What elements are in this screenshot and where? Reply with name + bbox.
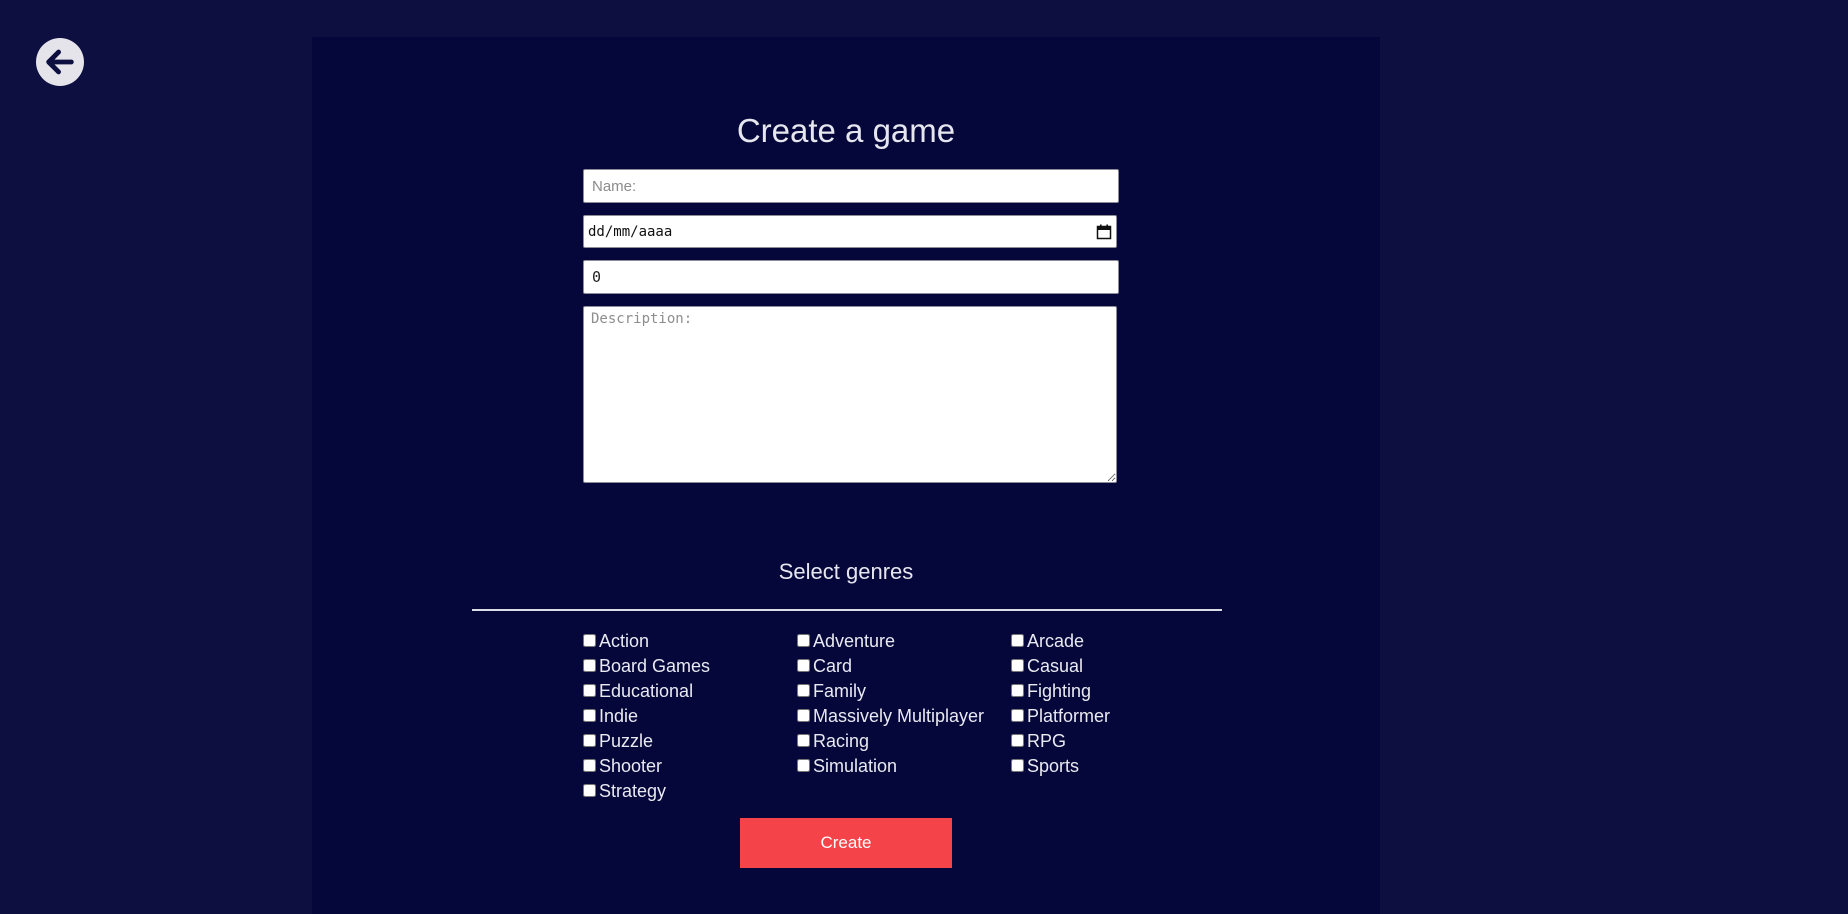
page-title: Create a game bbox=[736, 112, 956, 149]
genre-label: RPG bbox=[1027, 731, 1067, 751]
genre-option[interactable]: Strategy bbox=[583, 779, 797, 804]
genre-label: Adventure bbox=[813, 631, 896, 651]
genre-option[interactable]: Platformer bbox=[1011, 704, 1143, 729]
description-textarea[interactable] bbox=[583, 306, 1117, 483]
date-value: dd/mm/aaaa bbox=[588, 223, 673, 240]
genre-checkbox[interactable] bbox=[583, 684, 596, 697]
genre-checkbox[interactable] bbox=[797, 759, 810, 772]
genre-option[interactable]: Fighting bbox=[1011, 679, 1143, 704]
genre-label: Massively Multiplayer bbox=[813, 706, 985, 726]
divider bbox=[472, 609, 1222, 611]
genres-title: Select genres bbox=[778, 559, 914, 584]
genre-option[interactable]: Massively Multiplayer bbox=[797, 704, 1011, 729]
genre-label: Shooter bbox=[599, 756, 663, 776]
arrow-left-icon bbox=[46, 49, 74, 75]
create-game-panel: Create a game dd/mm/aaaa Select genres A… bbox=[312, 37, 1380, 914]
genre-checkbox[interactable] bbox=[1011, 734, 1024, 747]
genre-checkbox[interactable] bbox=[797, 659, 810, 672]
genre-label: Action bbox=[599, 631, 650, 651]
genre-checkbox[interactable] bbox=[1011, 709, 1024, 722]
genre-option[interactable]: Shooter bbox=[583, 754, 797, 779]
genre-checkbox[interactable] bbox=[797, 734, 810, 747]
genre-label: Puzzle bbox=[599, 731, 654, 751]
genre-checkbox[interactable] bbox=[797, 634, 810, 647]
genre-label: Sports bbox=[1027, 756, 1080, 776]
name-input[interactable] bbox=[583, 169, 1119, 203]
genre-option[interactable]: Adventure bbox=[797, 629, 1011, 654]
genre-checkbox[interactable] bbox=[583, 784, 596, 797]
genre-option[interactable]: Board Games bbox=[583, 654, 797, 679]
genres-grid: Action Adventure Arcade Board Games Card Casu… bbox=[583, 629, 1143, 804]
release-date-input[interactable]: dd/mm/aaaa bbox=[583, 215, 1117, 248]
genre-option[interactable]: Indie bbox=[583, 704, 797, 729]
genre-option[interactable]: RPG bbox=[1011, 729, 1143, 754]
genre-label: Arcade bbox=[1027, 631, 1085, 651]
genre-label: Fighting bbox=[1027, 681, 1092, 701]
genre-label: Card bbox=[813, 656, 853, 676]
rating-input[interactable] bbox=[583, 260, 1119, 294]
genre-label: Simulation bbox=[813, 756, 898, 776]
genre-checkbox[interactable] bbox=[583, 659, 596, 672]
genre-option[interactable]: Family bbox=[797, 679, 1011, 704]
genre-option[interactable]: Casual bbox=[1011, 654, 1143, 679]
calendar-icon[interactable] bbox=[1096, 224, 1112, 240]
genre-label: Racing bbox=[813, 731, 870, 751]
genre-checkbox[interactable] bbox=[1011, 684, 1024, 697]
genre-label: Educational bbox=[599, 681, 694, 701]
genre-checkbox[interactable] bbox=[583, 709, 596, 722]
back-button[interactable] bbox=[36, 38, 84, 86]
genre-checkbox[interactable] bbox=[797, 684, 810, 697]
genre-option[interactable]: Simulation bbox=[797, 754, 1011, 779]
genre-option[interactable]: Educational bbox=[583, 679, 797, 704]
genre-label: Strategy bbox=[599, 781, 667, 801]
genre-label: Casual bbox=[1027, 656, 1084, 676]
genre-option[interactable]: Racing bbox=[797, 729, 1011, 754]
genre-option[interactable]: Sports bbox=[1011, 754, 1143, 779]
genre-checkbox[interactable] bbox=[583, 634, 596, 647]
genre-checkbox[interactable] bbox=[583, 734, 596, 747]
genre-checkbox[interactable] bbox=[583, 759, 596, 772]
genre-option[interactable]: Puzzle bbox=[583, 729, 797, 754]
genre-checkbox[interactable] bbox=[1011, 759, 1024, 772]
genre-label: Board Games bbox=[599, 656, 711, 676]
genre-option[interactable]: Arcade bbox=[1011, 629, 1143, 654]
genre-label: Family bbox=[813, 681, 866, 701]
genre-option[interactable]: Action bbox=[583, 629, 797, 654]
genre-checkbox[interactable] bbox=[1011, 659, 1024, 672]
genre-checkbox[interactable] bbox=[1011, 634, 1024, 647]
genre-checkbox[interactable] bbox=[797, 709, 810, 722]
create-button[interactable]: Create bbox=[740, 818, 952, 868]
genre-option[interactable]: Card bbox=[797, 654, 1011, 679]
genre-label: Indie bbox=[599, 706, 639, 726]
genre-label: Platformer bbox=[1027, 706, 1111, 726]
